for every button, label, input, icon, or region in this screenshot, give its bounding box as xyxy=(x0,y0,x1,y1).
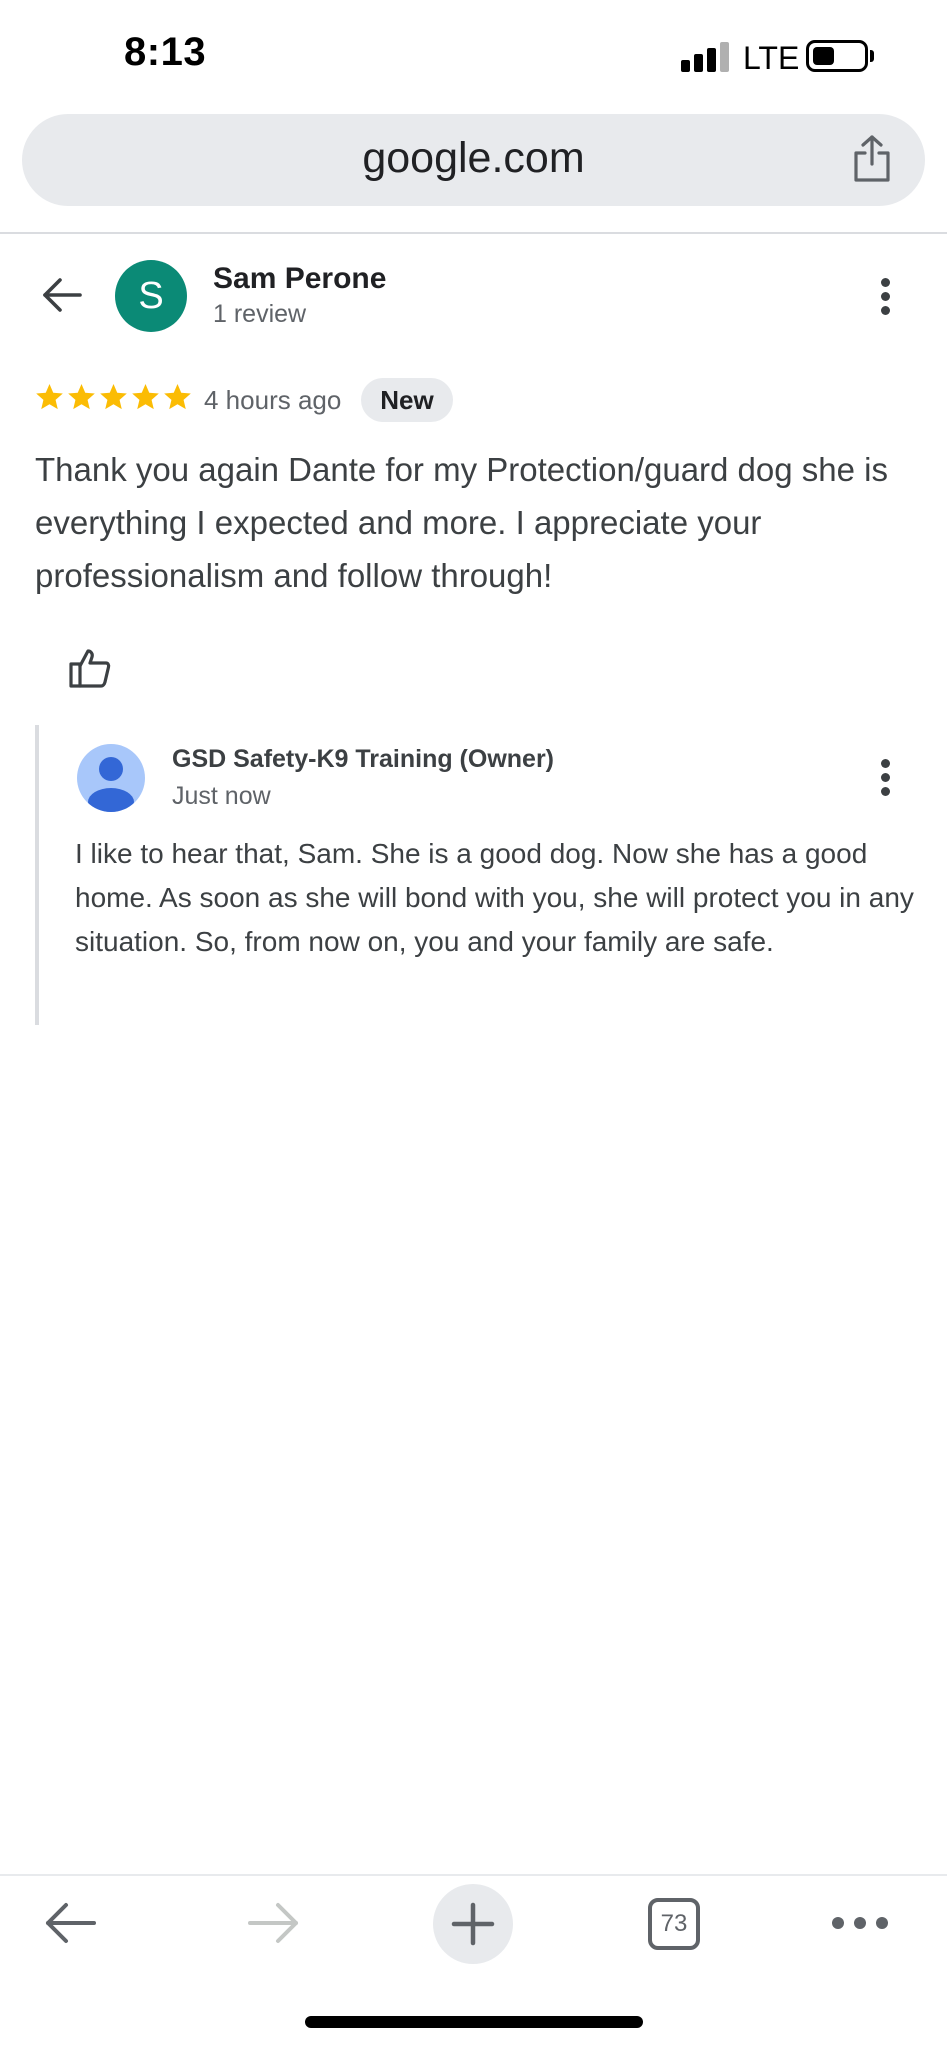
star-icon xyxy=(36,383,63,410)
header-divider xyxy=(0,232,947,234)
review-text: Thank you again Dante for my Protection/… xyxy=(35,451,888,594)
network-type: LTE xyxy=(743,40,800,76)
new-tab-button[interactable] xyxy=(433,1884,513,1964)
plus-icon xyxy=(451,1902,495,1946)
star-icon xyxy=(132,383,159,410)
address-bar[interactable]: google.com xyxy=(22,114,925,206)
owner-reply-text: I like to hear that, Sam. She is a good … xyxy=(75,838,914,957)
owner-avatar-icon xyxy=(77,744,145,812)
status-bar: 8:13 LTE xyxy=(0,0,947,110)
review-time: 4 hours ago xyxy=(204,385,342,415)
battery-icon xyxy=(806,40,868,72)
toolbar-divider xyxy=(0,1874,947,1876)
url-text[interactable]: google.com xyxy=(22,134,925,183)
tab-switcher-button[interactable]: 73 xyxy=(648,1898,700,1950)
new-badge: New xyxy=(361,378,453,422)
arrow-left-icon[interactable] xyxy=(40,275,84,315)
reviewer-avatar[interactable]: S xyxy=(115,260,187,332)
owner-reply-time: Just now xyxy=(172,782,271,810)
status-time: 8:13 xyxy=(124,30,207,74)
star-icon xyxy=(100,383,127,410)
more-vertical-icon[interactable] xyxy=(879,757,891,799)
cellular-signal-icon xyxy=(681,42,731,72)
star-icon xyxy=(164,383,191,410)
owner-name: GSD Safety-K9 Training (Owner) xyxy=(172,745,555,773)
share-icon[interactable] xyxy=(850,134,894,184)
arrow-left-icon[interactable] xyxy=(42,1888,100,1958)
star-icon xyxy=(68,383,95,410)
reply-indent-bar xyxy=(35,725,39,1025)
battery-tip xyxy=(870,50,874,62)
thumbs-up-icon[interactable] xyxy=(68,646,112,690)
star-rating xyxy=(34,382,193,418)
more-horizontal-icon[interactable] xyxy=(832,1917,888,1929)
reviewer-name[interactable]: Sam Perone xyxy=(213,262,386,296)
arrow-right-icon[interactable] xyxy=(244,1888,302,1958)
home-indicator[interactable] xyxy=(305,2016,643,2028)
reviewer-review-count: 1 review xyxy=(213,300,307,328)
more-vertical-icon[interactable] xyxy=(879,276,891,318)
